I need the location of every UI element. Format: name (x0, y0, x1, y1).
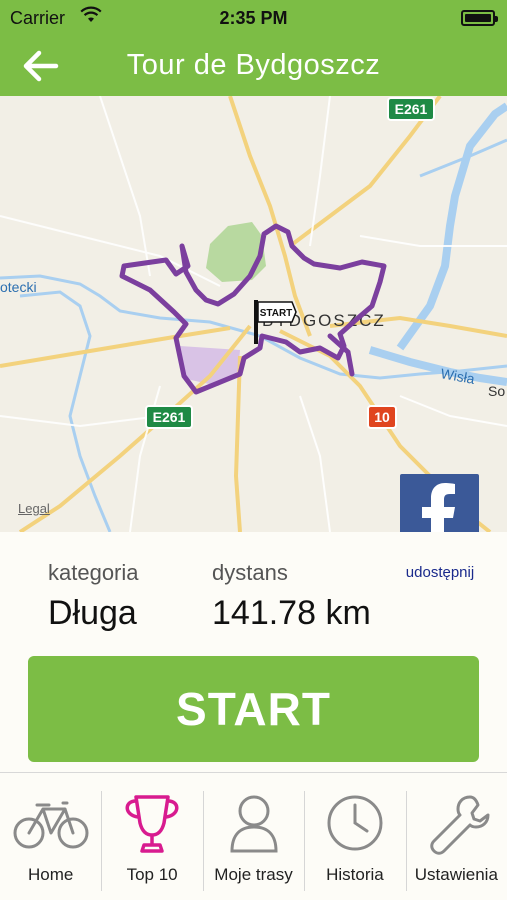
bicycle-icon (13, 801, 89, 849)
legal-link[interactable]: Legal (18, 501, 50, 516)
distance-value: 141.78 km (212, 594, 371, 632)
tab-label: Top 10 (126, 865, 178, 884)
road-shield-e261-top: E261 (387, 97, 435, 121)
river-wisla (396, 102, 507, 351)
share-link[interactable]: udostępnij (390, 564, 490, 581)
route-map[interactable]: otecki Wisła So BYDGOSZCZ E261 E261 10 S… (0, 96, 507, 532)
trophy-icon (125, 795, 179, 853)
tab-ustawienia[interactable]: Ustawienia (405, 773, 507, 900)
road-shield-10: 10 (367, 405, 397, 429)
clock-icon (327, 795, 383, 851)
park-area (206, 222, 266, 282)
category-value: Długa (48, 594, 137, 632)
tab-moje-trasy[interactable]: Moje trasy (202, 773, 304, 900)
tab-historia[interactable]: Historia (304, 773, 405, 900)
wrench-icon (430, 795, 490, 855)
river-brda (0, 274, 507, 380)
category-label: kategoria (48, 560, 139, 585)
start-button[interactable]: START (28, 656, 479, 762)
tab-bar: Home Top 10 Moje trasy Historia Ustawien… (0, 772, 507, 900)
user-icon (230, 795, 278, 853)
road-shield-label: E261 (153, 409, 186, 425)
nav-bar: Tour de Bydgoszcz (0, 36, 507, 96)
status-time: 2:35 PM (219, 8, 288, 28)
map-label-west: otecki (0, 279, 37, 295)
distance-label: dystans (212, 560, 288, 585)
map-canvas: otecki Wisła So BYDGOSZCZ E261 E261 10 S… (0, 96, 507, 532)
page-title: Tour de Bydgoszcz (126, 49, 381, 81)
map-label-east: So (488, 383, 505, 399)
battery-icon (461, 10, 498, 26)
facebook-icon (422, 483, 455, 532)
status-bar: Carrier 2:35 PM (0, 0, 507, 36)
road-shield-label: 10 (374, 409, 390, 425)
canal (19, 290, 112, 532)
road-south (233, 355, 242, 532)
tab-label: Ustawienia (414, 865, 498, 884)
start-flag-label: START (260, 308, 293, 319)
facebook-share-button[interactable] (400, 474, 479, 532)
tab-label: Historia (326, 865, 384, 884)
tab-label: Home (28, 865, 74, 884)
road-shield-e261-bottom: E261 (145, 405, 193, 429)
tab-top10[interactable]: Top 10 (101, 773, 202, 900)
route-details: kategoria Długa dystans 141.78 km udostę… (0, 532, 507, 772)
road-shield-label: E261 (395, 101, 428, 117)
road-e261-north (228, 96, 312, 337)
tab-home[interactable]: Home (0, 773, 101, 900)
tab-label: Moje trasy (214, 865, 293, 884)
